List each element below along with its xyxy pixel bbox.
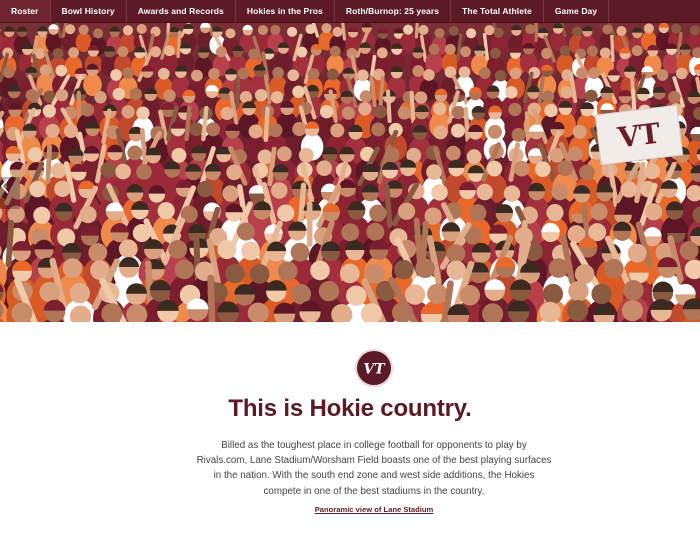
nav-item-total-athlete[interactable]: The Total Athlete: [451, 0, 544, 22]
chevron-left-icon: [0, 178, 9, 194]
carousel-prev-button[interactable]: [0, 177, 20, 209]
nav-item-bowl-history[interactable]: Bowl History: [51, 0, 127, 22]
page-headline: This is Hokie country.: [228, 395, 472, 422]
hero-crowd-photo: VT: [0, 22, 700, 322]
vt-banner: VT: [594, 104, 684, 166]
nav-item-awards-and-records[interactable]: Awards and Records: [127, 0, 236, 22]
vt-logo: VT: [357, 351, 391, 385]
panoramic-view-link[interactable]: Panoramic view of Lane Stadium: [0, 505, 700, 514]
nav-item-hokies-in-the-pros[interactable]: Hokies in the Pros: [236, 0, 335, 22]
stadium-description: Billed as the toughest place in college …: [196, 440, 552, 497]
top-navigation: Roster Bowl History Awards and Records H…: [0, 0, 700, 23]
crowd-illustration: VT: [0, 22, 700, 322]
nav-item-roster[interactable]: Roster: [0, 0, 51, 22]
svg-text:VT: VT: [615, 117, 662, 155]
nav-item-roth-burnop[interactable]: Roth/Burnop: 25 years: [335, 0, 452, 22]
svg-text:VT: VT: [363, 362, 386, 378]
nav-item-game-day[interactable]: Game Day: [544, 0, 610, 22]
vt-logo-icon: VT: [363, 362, 386, 378]
